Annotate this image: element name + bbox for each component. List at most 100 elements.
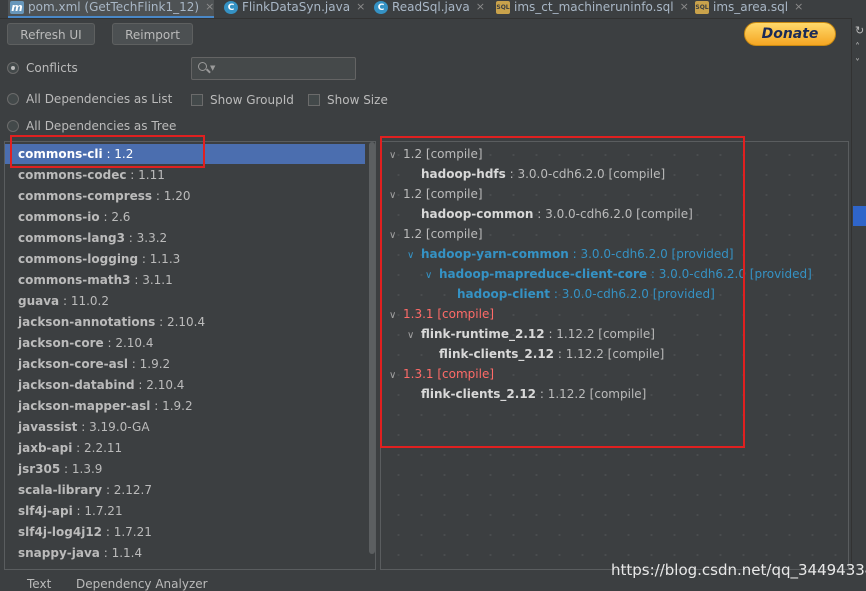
artifact-version: : 3.3.2 <box>124 231 168 245</box>
right-tool-strip: ↻ ˄ ˅ <box>851 18 866 589</box>
list-item[interactable]: commons-cli : 1.2 <box>5 144 365 164</box>
list-scrollbar[interactable] <box>368 142 375 569</box>
list-item[interactable]: commons-codec : 1.11 <box>5 165 365 185</box>
dependency-version-scope: : 3.0.0-cdh6.2.0 [compile] <box>533 207 693 221</box>
show-groupid-checkbox[interactable]: Show GroupId <box>191 93 294 107</box>
expand-chevron-icon[interactable]: ∨ <box>389 226 403 246</box>
chevron-down-icon[interactable]: ˅ <box>855 58 860 69</box>
dependency-name: hadoop-common <box>421 207 534 221</box>
artifact-version: : 1.1.4 <box>99 546 143 560</box>
artifact-version: : 1.11 <box>126 168 165 182</box>
expand-chevron-icon[interactable]: ∨ <box>407 246 421 266</box>
list-item[interactable]: commons-io : 2.6 <box>5 207 365 227</box>
list-item[interactable]: slf4j-log4j12 : 1.7.21 <box>5 522 365 542</box>
list-item[interactable]: jackson-mapper-asl : 1.9.2 <box>5 396 365 416</box>
list-item[interactable]: jackson-databind : 2.10.4 <box>5 375 365 395</box>
list-item[interactable]: jaxb-api : 2.2.11 <box>5 438 365 458</box>
list-item[interactable]: commons-lang3 : 3.3.2 <box>5 228 365 248</box>
tree-node[interactable]: ∨ 1.2 [compile] <box>389 224 483 244</box>
artifact-name: javassist <box>18 420 78 434</box>
artifact-name: commons-cli <box>18 147 103 161</box>
tree-node[interactable]: ∨ 1.2 [compile] <box>389 144 483 164</box>
search-input[interactable]: ▼ <box>191 57 356 80</box>
reimport-button[interactable]: Reimport <box>112 23 193 45</box>
artifact-name: jackson-mapper-asl <box>18 399 151 413</box>
artifact-version: : 11.0.2 <box>59 294 109 308</box>
close-tab-icon[interactable]: × <box>476 0 485 14</box>
all-dependencies-tree-radio[interactable]: All Dependencies as Tree <box>7 119 176 133</box>
tree-node[interactable]: ∨ flink-runtime_2.12 : 1.12.2 [compile] <box>407 324 655 344</box>
expand-chevron-icon[interactable]: ∨ <box>389 306 403 326</box>
show-size-checkbox[interactable]: Show Size <box>308 93 388 107</box>
list-item[interactable]: jackson-annotations : 2.10.4 <box>5 312 365 332</box>
list-item[interactable]: snappy-java : 1.1.4 <box>5 543 365 563</box>
show-size-label: Show Size <box>327 93 388 107</box>
list-item[interactable]: scala-library : 2.12.7 <box>5 480 365 500</box>
expand-chevron-icon[interactable]: ∨ <box>389 186 403 206</box>
dependency-usage-tree[interactable]: ∨ 1.2 [compile] hadoop-hdfs : 3.0.0-cdh6.2… <box>380 141 849 570</box>
editor-tab-bar: m pom.xml (GetTechFlink1_12) × C FlinkDataSy… <box>0 0 866 19</box>
artifact-version: : 1.1.3 <box>138 252 181 266</box>
search-history-dropdown-icon[interactable]: ▼ <box>210 64 215 72</box>
list-item[interactable]: commons-compress : 1.20 <box>5 186 365 206</box>
all-dependencies-list-radio[interactable]: All Dependencies as List <box>7 92 172 106</box>
artifact-version: : 3.1.1 <box>130 273 173 287</box>
dependency-name: hadoop-yarn-common <box>421 247 569 261</box>
dependency-name: hadoop-mapreduce-client-core <box>439 267 648 281</box>
artifact-name: jsr305 <box>18 462 61 476</box>
editor-tab[interactable]: C ReadSql.java × <box>372 0 488 18</box>
expand-chevron-icon[interactable]: ∨ <box>389 366 403 386</box>
dependency-version-scope: : 1.12.2 [compile] <box>554 347 665 361</box>
close-tab-icon[interactable]: × <box>356 0 365 14</box>
refresh-ui-button[interactable]: Refresh UI <box>7 23 95 45</box>
artifact-name: commons-codec <box>18 168 127 182</box>
tree-node[interactable]: flink-clients_2.12 : 1.12.2 [compile] <box>407 384 646 404</box>
dependency-version-scope: 1.2 [compile] <box>403 227 483 241</box>
settings-icon[interactable]: ↻ <box>855 24 864 37</box>
tree-node[interactable]: ∨ hadoop-mapreduce-client-core : 3.0.0-cd… <box>425 264 812 284</box>
expand-chevron-icon[interactable]: ∨ <box>407 326 421 346</box>
radio-indicator <box>7 120 19 132</box>
tree-node[interactable]: hadoop-common : 3.0.0-cdh6.2.0 [compile] <box>407 204 693 224</box>
list-item[interactable]: commons-math3 : 3.1.1 <box>5 270 365 290</box>
expand-chevron-icon[interactable]: ∨ <box>389 146 403 166</box>
close-tab-icon[interactable]: × <box>794 0 803 14</box>
list-item[interactable]: guava : 11.0.2 <box>5 291 365 311</box>
artifact-name: jackson-core-asl <box>18 357 128 371</box>
tree-node[interactable]: hadoop-hdfs : 3.0.0-cdh6.2.0 [compile] <box>407 164 665 184</box>
tree-node[interactable]: ∨ 1.3.1 [compile] <box>389 364 494 384</box>
list-item[interactable]: commons-logging : 1.1.3 <box>5 249 365 269</box>
editor-tab[interactable]: m pom.xml (GetTechFlink1_12) × <box>8 0 214 18</box>
editor-tab[interactable]: C FlinkDataSyn.java × <box>222 0 365 18</box>
tree-node[interactable]: flink-clients_2.12 : 1.12.2 [compile] <box>425 344 664 364</box>
tree-node[interactable]: ∨ 1.3.1 [compile] <box>389 304 494 324</box>
list-item[interactable]: slf4j-api : 1.7.21 <box>5 501 365 521</box>
tree-node[interactable]: ∨ hadoop-yarn-common : 3.0.0-cdh6.2.0 [pr… <box>407 244 734 264</box>
dependency-name: flink-runtime_2.12 <box>421 327 545 341</box>
donate-button[interactable]: Donate <box>744 22 836 46</box>
dependency-version-scope: 1.2 [compile] <box>403 147 483 161</box>
conflicts-radio[interactable]: Conflicts <box>7 61 78 75</box>
side-marker <box>853 206 866 226</box>
expand-chevron-icon[interactable]: ∨ <box>425 266 439 286</box>
close-tab-icon[interactable]: × <box>680 0 689 14</box>
radio-selected-indicator <box>7 62 19 74</box>
list-item[interactable]: jackson-core : 2.10.4 <box>5 333 365 353</box>
java-class-icon: C <box>374 1 388 14</box>
editor-tab[interactable]: SQL ims_ct_machineruninfo.sql × <box>494 0 689 18</box>
close-tab-icon[interactable]: × <box>205 0 214 14</box>
conflict-list[interactable]: commons-cli : 1.2 commons-codec : 1.11 com… <box>4 141 376 570</box>
list-item[interactable]: javassist : 3.19.0-GA <box>5 417 365 437</box>
scrollbar-thumb[interactable] <box>369 142 375 554</box>
artifact-version: : 3.19.0-GA <box>77 420 150 434</box>
tree-node[interactable]: hadoop-client : 3.0.0-cdh6.2.0 [provided… <box>443 284 715 304</box>
tree-node[interactable]: ∨ 1.2 [compile] <box>389 184 483 204</box>
dependency-name: flink-clients_2.12 <box>421 387 537 401</box>
list-item[interactable]: jackson-core-asl : 1.9.2 <box>5 354 365 374</box>
artifact-name: jackson-annotations <box>18 315 156 329</box>
artifact-version: : 2.10.4 <box>134 378 185 392</box>
editor-tab[interactable]: SQL ims_area.sql × <box>693 0 816 18</box>
list-item[interactable]: jsr305 : 1.3.9 <box>5 459 365 479</box>
checkbox-box <box>308 94 320 106</box>
chevron-up-icon[interactable]: ˄ <box>855 42 860 53</box>
